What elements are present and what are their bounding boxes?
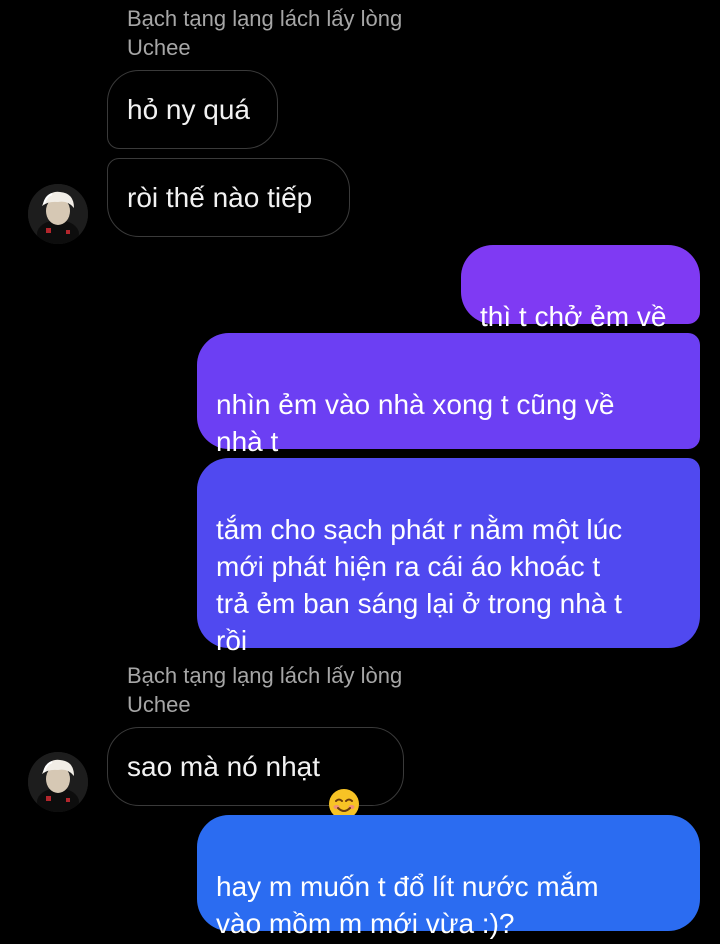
smiling-face-icon [328, 751, 360, 819]
sender-name: Bạch tạng lạng lách lấy lòng Uchee [127, 4, 402, 62]
sender-name-line1: Bạch tạng lạng lách lấy lòng [127, 663, 403, 688]
sender-name-line2: Uchee [127, 692, 191, 717]
outgoing-message-bubble[interactable]: hay m muốn t đổ lít nước mắm vào mồm m m… [197, 815, 700, 939]
message-text: hay m muốn t đổ lít nước mắm vào mồm m m… [216, 871, 599, 939]
message-text: sao mà nó nhạt [127, 751, 321, 782]
sender-name-line2: Uchee [127, 35, 191, 60]
avatar-image [28, 184, 88, 244]
message-text: tắm cho sạch phát r nằm một lúc mới phát… [216, 514, 623, 656]
incoming-message-bubble[interactable]: ròi thế nào tiếp [107, 158, 350, 237]
sender-name-line1: Bạch tạng lạng lách lấy lòng [127, 6, 403, 31]
contact-avatar[interactable] [28, 184, 88, 244]
message-text: nhìn ẻm vào nhà xong t cũng về nhà t [216, 389, 615, 457]
avatar-image [28, 752, 88, 812]
contact-avatar[interactable] [28, 752, 88, 812]
outgoing-message-bubble[interactable]: thì t chở ẻm về [461, 245, 700, 332]
message-text: ròi thế nào tiếp [127, 182, 313, 213]
message-text: hỏ ny quá [127, 94, 250, 125]
incoming-message-bubble[interactable]: hỏ ny quá [107, 70, 278, 149]
outgoing-message-bubble[interactable]: tắm cho sạch phát r nằm một lúc mới phát… [197, 458, 700, 656]
message-thread: Bạch tạng lạng lách lấy lòng Uchee hỏ ny… [0, 0, 720, 944]
outgoing-message-bubble[interactable]: nhìn ẻm vào nhà xong t cũng về nhà t [197, 333, 700, 457]
incoming-message-bubble[interactable]: sao mà nó nhạt [107, 727, 404, 819]
sender-name: Bạch tạng lạng lách lấy lòng Uchee [127, 661, 402, 719]
message-text: thì t chở ẻm về [480, 301, 667, 332]
